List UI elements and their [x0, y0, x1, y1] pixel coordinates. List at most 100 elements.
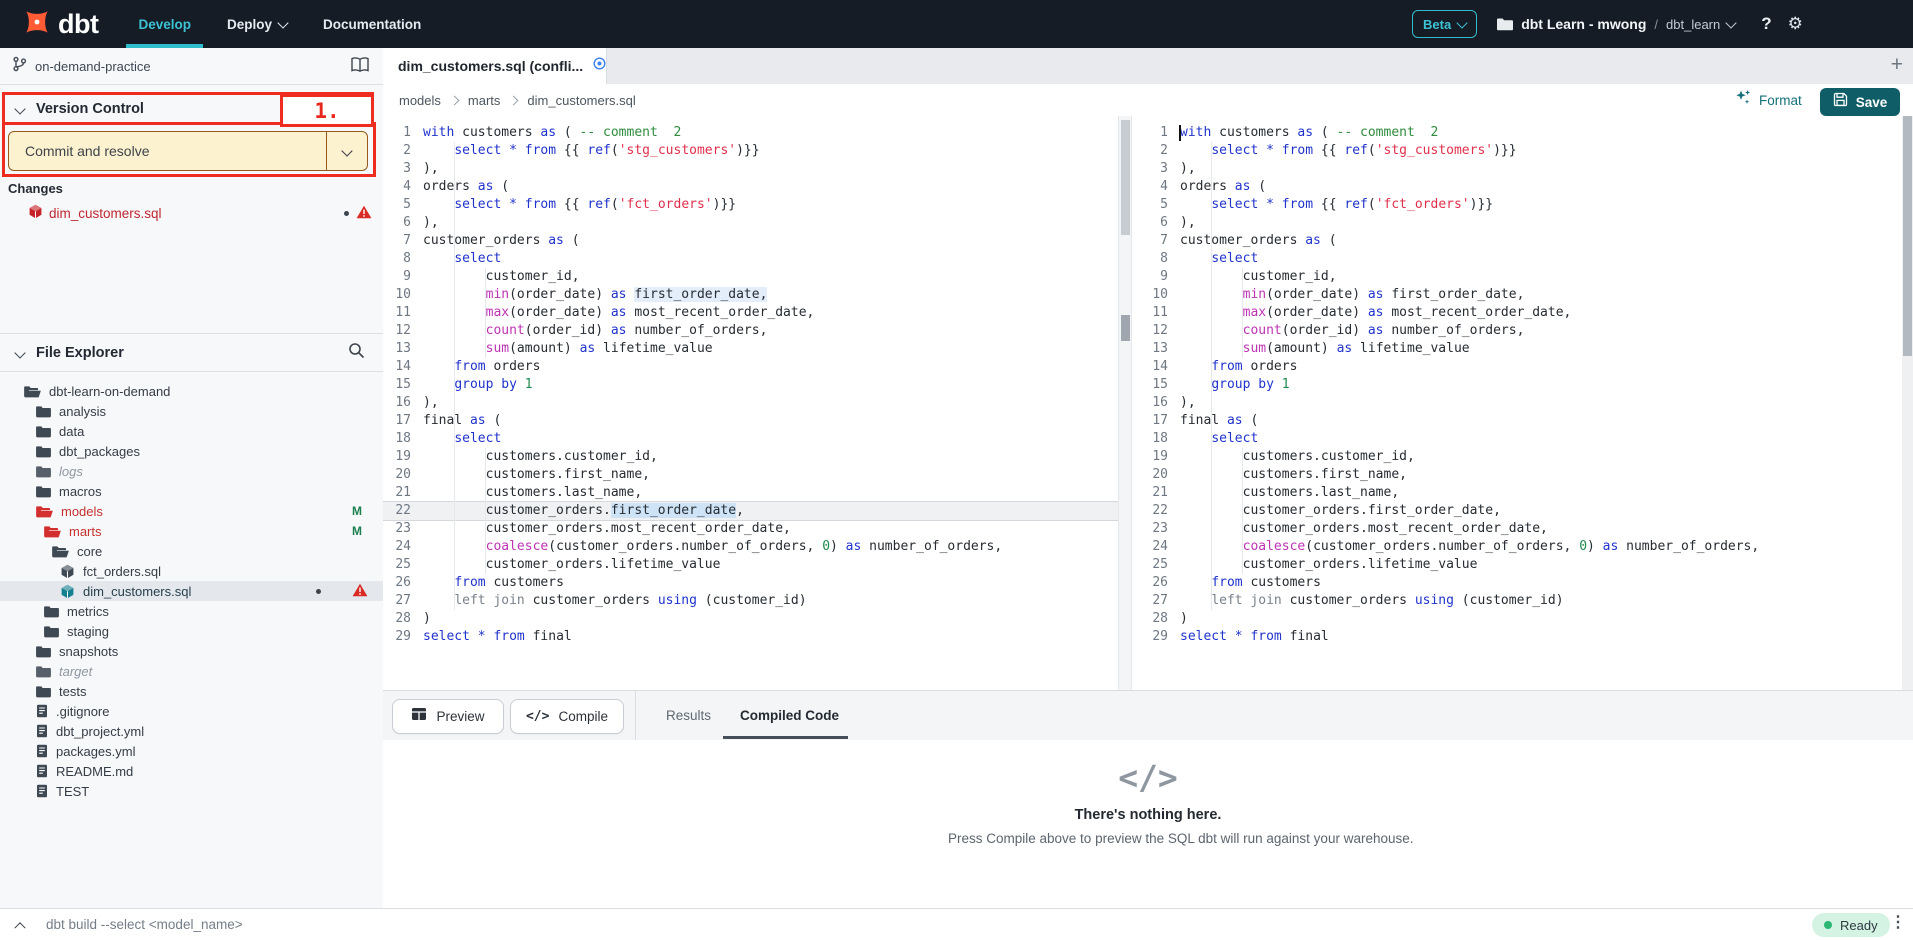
tree-item-dbt_project.yml[interactable]: dbt_project.yml [0, 721, 383, 741]
code-line-13[interactable]: 13 sum(amount) as lifetime_value [1132, 340, 1902, 358]
tree-item-fct_orders.sql[interactable]: fct_orders.sql [0, 561, 383, 581]
code-line-4[interactable]: 4orders as ( [1132, 178, 1902, 196]
environment-dropdown[interactable]: dbt_learn [1666, 17, 1735, 32]
code-line-11[interactable]: 11 max(order_date) as most_recent_order_… [1132, 304, 1902, 322]
code-line-10[interactable]: 10 min(order_date) as first_order_date, [383, 286, 1118, 304]
code-line-5[interactable]: 5 select * from {{ ref('fct_orders')}} [1132, 196, 1902, 214]
code-line-22[interactable]: 22 customer_orders.first_order_date, [383, 502, 1118, 520]
project-name[interactable]: dbt Learn - mwong [1521, 16, 1646, 32]
code-line-6[interactable]: 6), [1132, 214, 1902, 232]
code-line-26[interactable]: 26 from customers [383, 574, 1118, 592]
nav-item-documentation[interactable]: Documentation [305, 0, 439, 48]
code-line-24[interactable]: 24 coalesce(customer_orders.number_of_or… [1132, 538, 1902, 556]
tree-item-README.md[interactable]: README.md [0, 761, 383, 781]
tree-item-models[interactable]: modelsM [0, 501, 383, 521]
tree-item-dim_customers.sql[interactable]: dim_customers.sql [0, 581, 383, 601]
code-line-8[interactable]: 8 select [1132, 250, 1902, 268]
tree-item-.gitignore[interactable]: .gitignore [0, 701, 383, 721]
code-line-16[interactable]: 16), [383, 394, 1118, 412]
code-line-2[interactable]: 2 select * from {{ ref('stg_customers')}… [1132, 142, 1902, 160]
code-line-19[interactable]: 19 customers.customer_id, [1132, 448, 1902, 466]
code-line-21[interactable]: 21 customers.last_name, [383, 484, 1118, 502]
compile-button[interactable]: </> Compile [510, 699, 624, 734]
code-line-29[interactable]: 29select * from final [383, 628, 1118, 646]
kebab-menu-icon[interactable]: ⋮ [1890, 912, 1906, 932]
code-line-25[interactable]: 25 customer_orders.lifetime_value [383, 556, 1118, 574]
chevron-up-icon[interactable] [16, 916, 24, 934]
code-line-7[interactable]: 7customer_orders as ( [383, 232, 1118, 250]
tree-item-data[interactable]: data [0, 421, 383, 441]
code-line-17[interactable]: 17final as ( [383, 412, 1118, 430]
search-icon[interactable] [348, 342, 365, 364]
tree-item-logs[interactable]: logs [0, 461, 383, 481]
tree-item-TEST[interactable]: TEST [0, 781, 383, 801]
nav-item-develop[interactable]: Develop [120, 0, 209, 48]
new-tab-button[interactable]: + [1891, 53, 1903, 77]
code-line-14[interactable]: 14 from orders [383, 358, 1118, 376]
code-line-20[interactable]: 20 customers.first_name, [383, 466, 1118, 484]
breadcrumb-file[interactable]: dim_customers.sql [527, 93, 635, 108]
nav-item-deploy[interactable]: Deploy [209, 0, 305, 48]
code-line-19[interactable]: 19 customers.customer_id, [383, 448, 1118, 466]
tree-item-macros[interactable]: macros [0, 481, 383, 501]
pane-scrollbar[interactable] [1118, 116, 1132, 690]
tree-item-analysis[interactable]: analysis [0, 401, 383, 421]
code-line-3[interactable]: 3), [383, 160, 1118, 178]
tab-compiled-code[interactable]: Compiled Code [740, 691, 839, 740]
code-line-13[interactable]: 13 sum(amount) as lifetime_value [383, 340, 1118, 358]
code-line-29[interactable]: 29select * from final [1132, 628, 1902, 646]
tree-item-target[interactable]: target [0, 661, 383, 681]
code-line-11[interactable]: 11 max(order_date) as most_recent_order_… [383, 304, 1118, 322]
code-line-15[interactable]: 15 group by 1 [383, 376, 1118, 394]
code-line-1[interactable]: 1with customers as ( -- comment 2 [1132, 124, 1902, 142]
dbt-logo[interactable]: dbt [22, 7, 98, 42]
code-line-27[interactable]: 27 left join customer_orders using (cust… [383, 592, 1118, 610]
code-line-8[interactable]: 8 select [383, 250, 1118, 268]
code-line-14[interactable]: 14 from orders [1132, 358, 1902, 376]
tree-item-metrics[interactable]: metrics [0, 601, 383, 621]
code-line-18[interactable]: 18 select [383, 430, 1118, 448]
tree-item-core[interactable]: core [0, 541, 383, 561]
window-scrollbar[interactable] [1902, 116, 1913, 690]
tab-results[interactable]: Results [666, 691, 711, 740]
sql-code-left[interactable]: 1with customers as ( -- comment 22 selec… [383, 124, 1118, 646]
code-line-12[interactable]: 12 count(order_id) as number_of_orders, [1132, 322, 1902, 340]
code-line-12[interactable]: 12 count(order_id) as number_of_orders, [383, 322, 1118, 340]
tree-item-marts[interactable]: martsM [0, 521, 383, 541]
breadcrumb-models[interactable]: models [399, 93, 441, 108]
gear-icon[interactable]: ⚙ [1788, 14, 1803, 34]
help-icon[interactable]: ? [1761, 14, 1771, 34]
code-line-28[interactable]: 28) [383, 610, 1118, 628]
sql-code-right[interactable]: 1with customers as ( -- comment 22 selec… [1132, 124, 1902, 646]
code-line-6[interactable]: 6), [383, 214, 1118, 232]
save-button[interactable]: Save [1820, 88, 1900, 116]
code-pane-right[interactable]: 1with customers as ( -- comment 22 selec… [1132, 116, 1902, 690]
code-line-27[interactable]: 27 left join customer_orders using (cust… [1132, 592, 1902, 610]
tree-item-snapshots[interactable]: snapshots [0, 641, 383, 661]
code-line-2[interactable]: 2 select * from {{ ref('stg_customers')}… [383, 142, 1118, 160]
code-line-23[interactable]: 23 customer_orders.most_recent_order_dat… [1132, 520, 1902, 538]
code-line-18[interactable]: 18 select [1132, 430, 1902, 448]
code-line-17[interactable]: 17final as ( [1132, 412, 1902, 430]
changed-file-dim_customers.sql[interactable]: dim_customers.sql [0, 202, 383, 224]
code-line-10[interactable]: 10 min(order_date) as first_order_date, [1132, 286, 1902, 304]
tab-dim-customers[interactable]: dim_customers.sql (confli... [383, 48, 607, 84]
tree-item-tests[interactable]: tests [0, 681, 383, 701]
command-input[interactable]: dbt build --select <model_name> [46, 917, 1913, 932]
code-line-1[interactable]: 1with customers as ( -- comment 2 [383, 124, 1118, 142]
tree-item-dbt-learn-on-demand[interactable]: dbt-learn-on-demand [0, 381, 383, 401]
code-line-23[interactable]: 23 customer_orders.most_recent_order_dat… [383, 520, 1118, 538]
git-branch-row[interactable]: on-demand-practice [0, 48, 383, 85]
code-line-25[interactable]: 25 customer_orders.lifetime_value [1132, 556, 1902, 574]
breadcrumb-marts[interactable]: marts [468, 93, 501, 108]
beta-dropdown[interactable]: Beta [1412, 10, 1477, 38]
code-pane-left[interactable]: 1with customers as ( -- comment 22 selec… [383, 116, 1118, 690]
code-line-16[interactable]: 16), [1132, 394, 1902, 412]
scrollbar-thumb[interactable] [1121, 120, 1130, 235]
code-line-4[interactable]: 4orders as ( [383, 178, 1118, 196]
format-button[interactable]: Format [1735, 84, 1802, 116]
tree-item-staging[interactable]: staging [0, 621, 383, 641]
code-line-21[interactable]: 21 customers.last_name, [1132, 484, 1902, 502]
code-line-20[interactable]: 20 customers.first_name, [1132, 466, 1902, 484]
code-line-3[interactable]: 3), [1132, 160, 1902, 178]
